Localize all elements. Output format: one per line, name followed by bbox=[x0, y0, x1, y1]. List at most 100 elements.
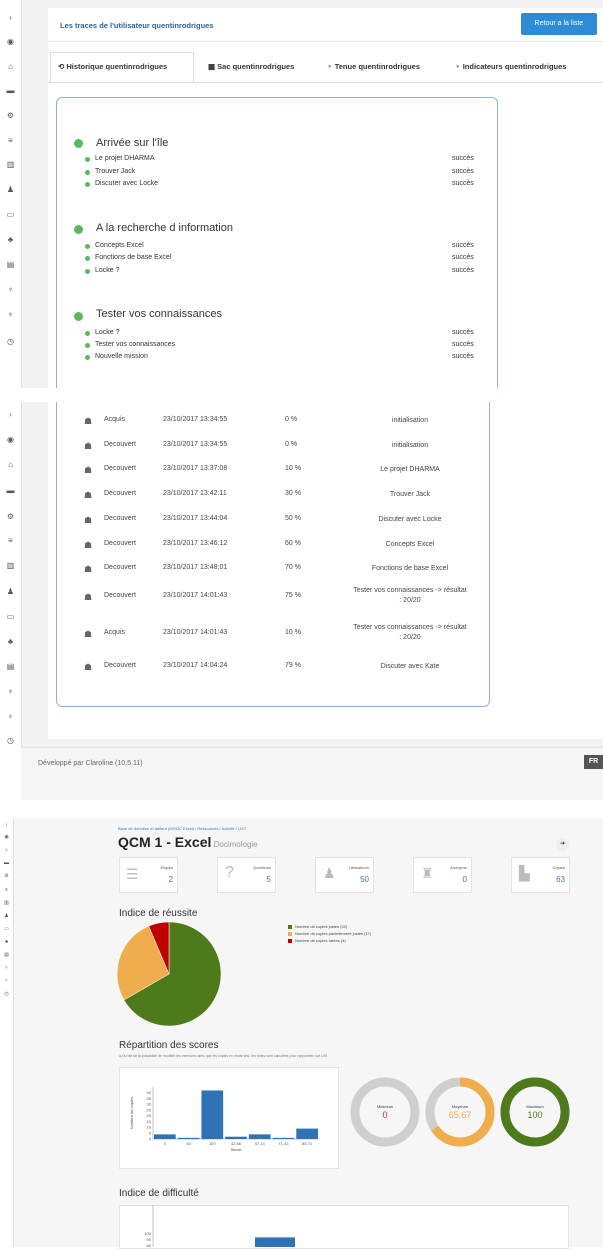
bar bbox=[177, 1137, 200, 1139]
user-icon[interactable]: ♟ bbox=[0, 185, 21, 195]
list-item[interactable]: Concepts Excel bbox=[95, 242, 144, 249]
trophy-icon[interactable]: ♆ bbox=[0, 976, 13, 986]
chevron-right-icon[interactable]: › bbox=[0, 13, 21, 23]
status-text: succès bbox=[452, 180, 474, 187]
status-text: succès bbox=[452, 155, 474, 162]
user-head-icon: ☗ bbox=[84, 441, 93, 451]
check-icon bbox=[85, 343, 90, 348]
y-tick-label: 25 bbox=[147, 1107, 152, 1112]
breadcrumb[interactable]: Base de données et tableur (MOOC Excel) … bbox=[118, 826, 246, 831]
back-to-list-button[interactable]: Retour a la liste bbox=[521, 13, 597, 35]
user-icon[interactable]: ♟ bbox=[0, 587, 21, 597]
calendar-icon[interactable]: ▭ bbox=[0, 210, 21, 220]
gear-icon[interactable]: ⚙ bbox=[0, 871, 13, 881]
bar bbox=[272, 1137, 295, 1139]
list-item[interactable]: Nouvelle mission bbox=[95, 353, 148, 360]
home-icon[interactable]: ⌂ bbox=[0, 62, 21, 72]
folder-icon[interactable]: ▬ bbox=[0, 86, 21, 96]
list-item[interactable]: Locke ? bbox=[95, 267, 120, 274]
list-item[interactable]: Trouver Jack bbox=[95, 168, 135, 175]
chart-icon[interactable]: ▥ bbox=[0, 898, 13, 908]
list-icon[interactable]: ≡ bbox=[0, 885, 13, 895]
event-type: Decouvert bbox=[104, 465, 136, 472]
event-date: 23/10/2017 14:04:24 bbox=[163, 662, 228, 669]
check-icon bbox=[85, 244, 90, 249]
gauge-label: Moyenne bbox=[452, 1104, 469, 1109]
bar bbox=[225, 1136, 247, 1139]
chart-icon[interactable]: ▥ bbox=[0, 160, 21, 170]
legend-swatch bbox=[288, 938, 292, 943]
folder-icon[interactable]: ▬ bbox=[0, 858, 13, 868]
list-item[interactable]: Tester vos connaissances bbox=[95, 341, 175, 348]
chart-icon[interactable]: ▥ bbox=[0, 561, 21, 571]
list-item[interactable]: Locke ? bbox=[95, 329, 120, 336]
user-icon[interactable]: ♟ bbox=[0, 911, 13, 921]
list-item[interactable]: Fonctions de base Excel bbox=[95, 254, 171, 261]
group-icon[interactable]: ♣ bbox=[0, 937, 13, 947]
list-item[interactable]: Le projet DHARMA bbox=[95, 155, 155, 162]
stat-card-questions: ? Questions 5 bbox=[217, 857, 276, 893]
tab-tenue[interactable]: ♆ Tenue quentinrodrigues bbox=[327, 62, 420, 71]
trophy-icon[interactable]: ♆ bbox=[0, 963, 13, 973]
gear-icon[interactable]: ⚙ bbox=[0, 512, 21, 522]
folder-icon[interactable]: ▬ bbox=[0, 486, 21, 496]
card-icon[interactable]: ▤ bbox=[0, 260, 21, 270]
event-date: 23/10/2017 13:34:55 bbox=[163, 441, 228, 448]
home-icon[interactable]: ⌂ bbox=[0, 460, 21, 470]
card-icon[interactable]: ▤ bbox=[0, 950, 13, 960]
tab-sac[interactable]: ▦ Sac quentinrodrigues bbox=[208, 62, 294, 71]
language-badge[interactable]: FR bbox=[584, 755, 603, 769]
gear-icon[interactable]: ⚙ bbox=[0, 111, 21, 121]
back-arrow-button[interactable]: ➜ bbox=[556, 838, 569, 851]
calendar-icon[interactable]: ▭ bbox=[0, 924, 13, 934]
event-label: initialisation bbox=[330, 416, 490, 426]
trophy-icon[interactable]: ♆ bbox=[0, 310, 21, 320]
event-progress: 10 % bbox=[285, 629, 301, 636]
shirt-icon: ♆ bbox=[327, 62, 335, 71]
event-type: Decouvert bbox=[104, 662, 136, 669]
event-type: Decouvert bbox=[104, 490, 136, 497]
event-date: 23/10/2017 13:34:55 bbox=[163, 416, 228, 423]
chevron-right-icon[interactable]: › bbox=[0, 410, 21, 420]
trophy-icon[interactable]: ♆ bbox=[0, 712, 21, 722]
sidebar: › ◉ ⌂ ▬ ⚙ ≡ ▥ ♟ ▭ ♣ ▤ ♆ ♆ ◷ bbox=[0, 402, 22, 800]
group-icon[interactable]: ♣ bbox=[0, 235, 21, 245]
list-icon[interactable]: ≡ bbox=[0, 536, 21, 546]
eye-icon[interactable]: ◉ bbox=[0, 832, 13, 842]
bar bbox=[154, 1134, 176, 1139]
event-label: Tester vos connaissances -> résultat: 20… bbox=[330, 623, 490, 643]
table-row: ☗ Decouvert 23/10/2017 14:01:43 75 % Tester … bbox=[80, 587, 490, 610]
score-gauges: Minimum0 Moyenne65.67 Maximum100 bbox=[350, 1077, 570, 1147]
gauge-value: 0 bbox=[382, 1110, 387, 1120]
clock-icon[interactable]: ◷ bbox=[0, 989, 13, 999]
list-item[interactable]: Discuter avec Locke bbox=[95, 180, 158, 187]
trophy-icon[interactable]: ♆ bbox=[0, 285, 21, 295]
history-table-panel: › ◉ ⌂ ▬ ⚙ ≡ ▥ ♟ ▭ ♣ ▤ ♆ ♆ ◷ ☗ Acquis 23/10… bbox=[0, 402, 603, 800]
trophy-icon[interactable]: ♆ bbox=[0, 687, 21, 697]
stat-card-etapes: ☰ Étapes 2 bbox=[119, 857, 178, 893]
table-row: ☗ Acquis 23/10/2017 13:34:55 0 % initialisat… bbox=[80, 416, 490, 434]
tab-indicateurs[interactable]: ♆ Indicateurs quentinrodrigues bbox=[455, 62, 566, 71]
eye-icon[interactable]: ◉ bbox=[0, 37, 21, 47]
list-icon[interactable]: ≡ bbox=[0, 136, 21, 146]
home-icon[interactable]: ⌂ bbox=[0, 845, 13, 855]
event-date: 23/10/2017 13:37:08 bbox=[163, 465, 228, 472]
group-icon[interactable]: ♣ bbox=[0, 637, 21, 647]
table-row: ☗ Acquis 23/10/2017 14:01:43 10 % Tester vos… bbox=[80, 624, 490, 647]
gauge-label: Minimum bbox=[377, 1104, 394, 1109]
calendar-icon[interactable]: ▭ bbox=[0, 612, 21, 622]
legend-item: Nombre de copies justes (42) bbox=[288, 924, 347, 929]
check-icon bbox=[85, 170, 90, 175]
clock-icon[interactable]: ◷ bbox=[0, 736, 21, 746]
tab-historique[interactable]: ⟲ Historique quentinrodrigues bbox=[58, 62, 167, 71]
clock-icon[interactable]: ◷ bbox=[0, 337, 21, 347]
user-head-icon: ☗ bbox=[84, 490, 93, 500]
card-icon[interactable]: ▤ bbox=[0, 662, 21, 672]
user-head-icon: ☗ bbox=[84, 540, 93, 550]
stat-card-utilisateurs: ♟ Utilisateurs 50 bbox=[315, 857, 374, 893]
chevron-right-icon[interactable]: › bbox=[0, 820, 13, 830]
check-icon bbox=[85, 256, 90, 261]
bar bbox=[248, 1134, 271, 1139]
eye-icon[interactable]: ◉ bbox=[0, 435, 21, 445]
anonymous-icon: ♜ bbox=[421, 865, 434, 881]
